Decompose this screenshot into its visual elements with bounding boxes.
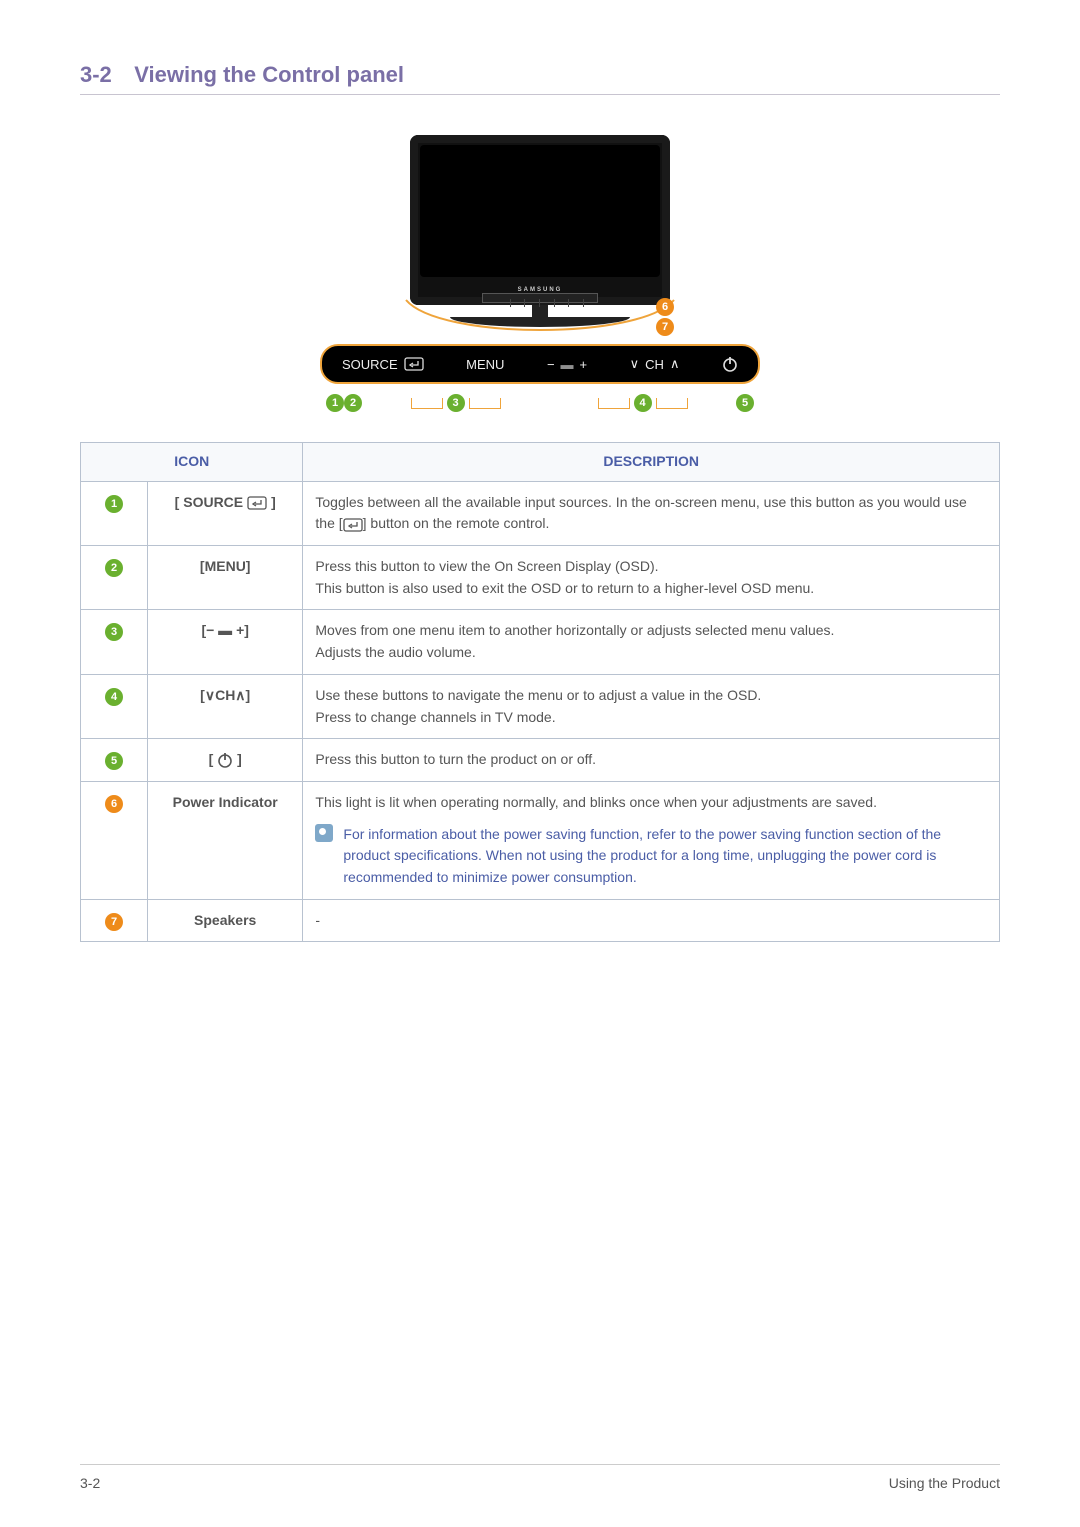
table-head-description: DESCRIPTION: [303, 443, 1000, 482]
row-badge: 3: [105, 623, 123, 641]
callout-4: 4: [634, 394, 652, 412]
enter-icon: [247, 496, 267, 510]
panel-ch-up: ∧: [670, 356, 680, 372]
row-description: Use these buttons to navigate the menu o…: [303, 674, 1000, 738]
row-badge: 7: [105, 913, 123, 931]
row-badge: 6: [105, 795, 123, 813]
page-footer: 3-2 Using the Product: [80, 1464, 1000, 1491]
callout-6: 6: [656, 298, 674, 316]
callout-2: 2: [344, 394, 362, 412]
panel-source-label: SOURCE: [342, 357, 398, 372]
tv-illustration: SAMSUNG 6 7: [410, 135, 670, 330]
row-badge: 2: [105, 559, 123, 577]
table-row: 2 [MENU] Press this button to view the O…: [81, 546, 1000, 610]
icon-power-indicator: Power Indicator: [148, 781, 303, 899]
table-head-icon: ICON: [81, 443, 303, 482]
table-row: 4 [∨CH∧] Use these buttons to navigate t…: [81, 674, 1000, 738]
footer-right: Using the Product: [889, 1475, 1000, 1491]
table-row: 3 [− ▬ +] Moves from one menu item to an…: [81, 610, 1000, 674]
note-icon: [315, 824, 333, 842]
panel-vol-icon: ▬: [561, 357, 574, 372]
callout-3: 3: [447, 394, 465, 412]
footer-left: 3-2: [80, 1475, 100, 1491]
control-panel-strip: SOURCE MENU − ▬ + ∨ CH ∧: [320, 344, 760, 384]
row-description: Press this button to turn the product on…: [303, 739, 1000, 782]
enter-icon: [343, 518, 363, 532]
panel-ch-label: CH: [645, 357, 664, 372]
control-panel-diagram: SAMSUNG 6 7 SOURCE MENU − ▬ + ∨: [80, 135, 1000, 412]
control-panel-callouts: 1 2 3 4 5: [320, 394, 760, 412]
row-description: Press this button to view the On Screen …: [303, 546, 1000, 610]
section-number: 3-2: [80, 62, 112, 88]
callout-7: 7: [656, 318, 674, 336]
row-description: Toggles between all the available input …: [303, 481, 1000, 545]
icon-source: [SOURCE ]: [175, 492, 276, 514]
power-icon: [217, 752, 233, 768]
icon-channel: [∨CH∧]: [148, 674, 303, 738]
panel-plus: +: [580, 357, 588, 372]
table-row: 6 Power Indicator This light is lit when…: [81, 781, 1000, 899]
callout-5: 5: [736, 394, 754, 412]
panel-minus: −: [547, 357, 555, 372]
note-block: For information about the power saving f…: [315, 824, 987, 889]
icon-power: [ ]: [148, 739, 303, 782]
power-icon: [722, 356, 738, 372]
row-description: This light is lit when operating normall…: [303, 781, 1000, 899]
panel-menu-label: MENU: [466, 357, 504, 372]
section-header: 3-2 Viewing the Control panel: [80, 62, 1000, 95]
table-row: 5 [ ] Press this button to turn the prod…: [81, 739, 1000, 782]
control-panel-table: ICON DESCRIPTION 1 [SOURCE ] Toggles bet…: [80, 442, 1000, 942]
icon-menu: [MENU]: [148, 546, 303, 610]
panel-ch-down: ∨: [630, 356, 640, 372]
note-text: For information about the power saving f…: [343, 824, 987, 889]
icon-volume: [− ▬ +]: [148, 610, 303, 674]
callout-1: 1: [326, 394, 344, 412]
row-description: -: [303, 899, 1000, 942]
table-row: 1 [SOURCE ] Toggles between all the avai…: [81, 481, 1000, 545]
row-badge: 4: [105, 688, 123, 706]
icon-speakers: Speakers: [148, 899, 303, 942]
row-badge: 1: [105, 495, 123, 513]
enter-icon: [404, 357, 424, 371]
table-row: 7 Speakers -: [81, 899, 1000, 942]
section-title: Viewing the Control panel: [134, 62, 404, 88]
row-badge: 5: [105, 752, 123, 770]
row-description: Moves from one menu item to another hori…: [303, 610, 1000, 674]
